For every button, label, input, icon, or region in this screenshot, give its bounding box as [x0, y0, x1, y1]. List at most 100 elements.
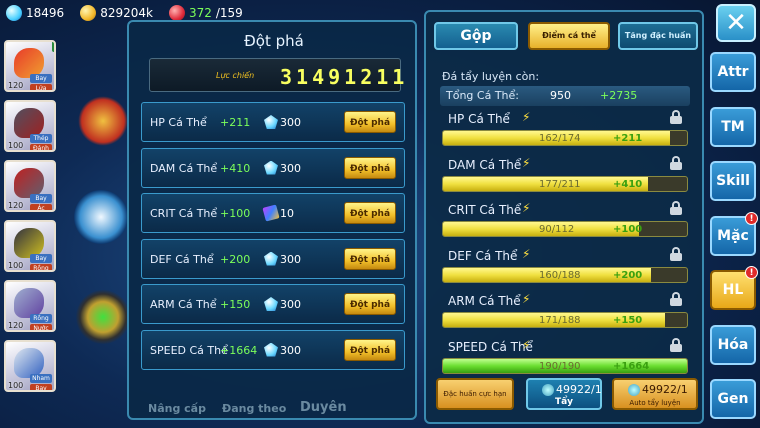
- side-button-label: Skill: [716, 173, 750, 189]
- stat-progress-bar: 90/112 +100: [442, 221, 688, 237]
- pet-card[interactable]: Bay Rồng 100: [4, 220, 56, 272]
- gem-icon: [264, 251, 278, 266]
- side-button-5[interactable]: Hóa: [710, 324, 756, 365]
- side-button-0[interactable]: Attr: [710, 52, 756, 92]
- pet-card[interactable]: Rồng Nước 120: [4, 280, 56, 332]
- pet-type-tag: Bay: [30, 384, 52, 390]
- tab-merge[interactable]: Gộp: [434, 22, 518, 50]
- breakthrough-button[interactable]: Đột phá: [344, 338, 396, 361]
- tab-individual-points[interactable]: Điểm cá thể: [528, 22, 610, 50]
- breakthrough-button[interactable]: Đột phá: [344, 293, 396, 315]
- stat-progress-value: 190/190: [539, 360, 581, 372]
- pet-card[interactable]: BayLửa 120 1: [4, 40, 56, 92]
- cost-amount: 300: [280, 298, 301, 311]
- stat-progress-bonus: +100: [613, 224, 643, 235]
- pet-type-tag: Lửa: [30, 84, 52, 90]
- stat-progress-bonus: +211: [613, 133, 643, 144]
- pet-card[interactable]: Bay Ác 120: [4, 160, 56, 212]
- pet-level: 100: [8, 141, 24, 150]
- total-individual-row: Tổng Cá Thể: 950 +2735: [440, 86, 690, 106]
- auto-wash-count: 49922/1: [642, 383, 688, 396]
- wash-button[interactable]: 49922/1 Tẩy: [526, 378, 602, 410]
- pet-count: 1: [52, 42, 54, 52]
- lock-orb-icon[interactable]: [74, 190, 128, 244]
- cost-amount: 300: [280, 116, 301, 129]
- pet-level: 120: [8, 201, 24, 210]
- stat-bar-row: SPEED Cá Thể ⚡ 190/190 +1664: [442, 337, 692, 378]
- side-button-label: Mặc: [717, 227, 749, 244]
- auto-wash-button[interactable]: 49922/1 Auto tẩy luyện: [612, 378, 698, 410]
- evolve-orb-icon[interactable]: [78, 96, 128, 146]
- lock-icon[interactable]: [670, 246, 682, 261]
- pet-card[interactable]: Nham Bay 100: [4, 340, 56, 392]
- stat-bonus: +100: [220, 207, 251, 220]
- side-button-2[interactable]: Skill: [710, 161, 756, 201]
- pet-level: 120: [8, 81, 24, 90]
- tab-special-training[interactable]: Tăng đặc huấn: [618, 22, 698, 50]
- pet-card[interactable]: Thép Đánh 100: [4, 100, 56, 152]
- lightning-icon: ⚡: [522, 155, 531, 170]
- close-button[interactable]: ✕: [716, 4, 756, 42]
- stat-name: SPEED Cá Thể: [150, 343, 228, 357]
- stat-progress-bar: 171/188 +150: [442, 312, 688, 328]
- special-training-button[interactable]: Đặc huấn cực hạn: [436, 378, 514, 410]
- cost-amount: 10: [280, 207, 294, 220]
- stat-progress-bar: 162/174 +211: [442, 130, 688, 146]
- pet-level: 100: [8, 261, 24, 270]
- pet-type-tag: Bay: [30, 194, 52, 203]
- breakthrough-row: CRIT Cá Thể +100 10 Đột phá: [141, 193, 405, 233]
- stat-progress-bonus: +150: [613, 315, 643, 326]
- breakthrough-button[interactable]: Đột phá: [344, 111, 396, 133]
- lightning-icon: ⚡: [522, 110, 531, 124]
- upgrade-button-faded: Nâng cấp: [148, 402, 206, 415]
- gear-orb-icon[interactable]: [76, 290, 130, 344]
- side-button-4[interactable]: HL!: [710, 266, 758, 310]
- lightning-icon: ⚡: [522, 201, 531, 215]
- lightning-icon: ⚡: [522, 292, 531, 306]
- stat-bonus: +200: [220, 252, 251, 266]
- lock-icon[interactable]: [670, 110, 682, 124]
- stat-bonus: +211: [220, 116, 251, 129]
- lock-icon[interactable]: [670, 337, 682, 352]
- stat-progress-bonus: +1664: [613, 360, 650, 372]
- pet-type-tag: Rồng: [30, 314, 52, 323]
- pet-type-tag: Thép: [30, 134, 52, 143]
- stat-progress-bonus: +410: [613, 178, 643, 190]
- cost-amount: 300: [280, 343, 301, 357]
- gem-icon: [264, 115, 278, 129]
- stat-bar-row: ARM Cá Thể ⚡ 171/188 +150: [442, 292, 692, 332]
- pet-list: BayLửa1201ThépĐánh100BayÁc120BayRồng100R…: [0, 40, 64, 428]
- side-button-label: HL: [722, 282, 744, 298]
- stat-bar-label: CRIT Cá Thể: [448, 203, 522, 217]
- stat-bar-label: DAM Cá Thể: [448, 157, 522, 172]
- breakthrough-button[interactable]: Đột phá: [344, 202, 396, 224]
- breakthrough-button[interactable]: Đột phá: [344, 247, 396, 270]
- total-value: 950: [550, 89, 571, 102]
- total-label: Tổng Cá Thể:: [446, 89, 519, 102]
- combat-power-box: Lực chiến 31491211: [149, 58, 404, 92]
- side-button-1[interactable]: TM: [710, 106, 756, 147]
- gold-coin-icon: [80, 5, 97, 21]
- breakthrough-button[interactable]: Đột phá: [344, 156, 396, 179]
- side-button-3[interactable]: Mặc!: [710, 211, 758, 256]
- stat-bar-label: DEF Cá Thể: [448, 248, 518, 263]
- pet-type-tag: Bay: [30, 254, 52, 263]
- stat-bar-label: HP Cá Thể: [448, 112, 510, 126]
- stat-progress-value: 177/211: [539, 178, 581, 190]
- gem-counter: 18496: [6, 5, 64, 21]
- stamina-max: /159: [215, 6, 243, 20]
- breakthrough-row: DEF Cá Thể +200 300 Đột phá: [141, 238, 405, 279]
- alert-badge: !: [745, 211, 758, 225]
- panel-title: Đột phá: [244, 32, 304, 50]
- lock-icon[interactable]: [670, 201, 682, 215]
- side-button-label: Attr: [717, 64, 749, 80]
- wash-label: Tẩy: [554, 397, 574, 407]
- remaining-stones-label: Đá tẩy luyện còn:: [442, 70, 540, 83]
- lock-icon[interactable]: [670, 292, 682, 306]
- combat-power-label: Lực chiến: [216, 71, 255, 80]
- stat-name: HP Cá Thể: [150, 116, 207, 129]
- side-button-6[interactable]: Gen: [710, 379, 756, 419]
- stat-bar-row: HP Cá Thể ⚡ 162/174 +211: [442, 110, 692, 150]
- stamina-counter: 372/159: [168, 5, 243, 21]
- lock-icon[interactable]: [670, 155, 682, 170]
